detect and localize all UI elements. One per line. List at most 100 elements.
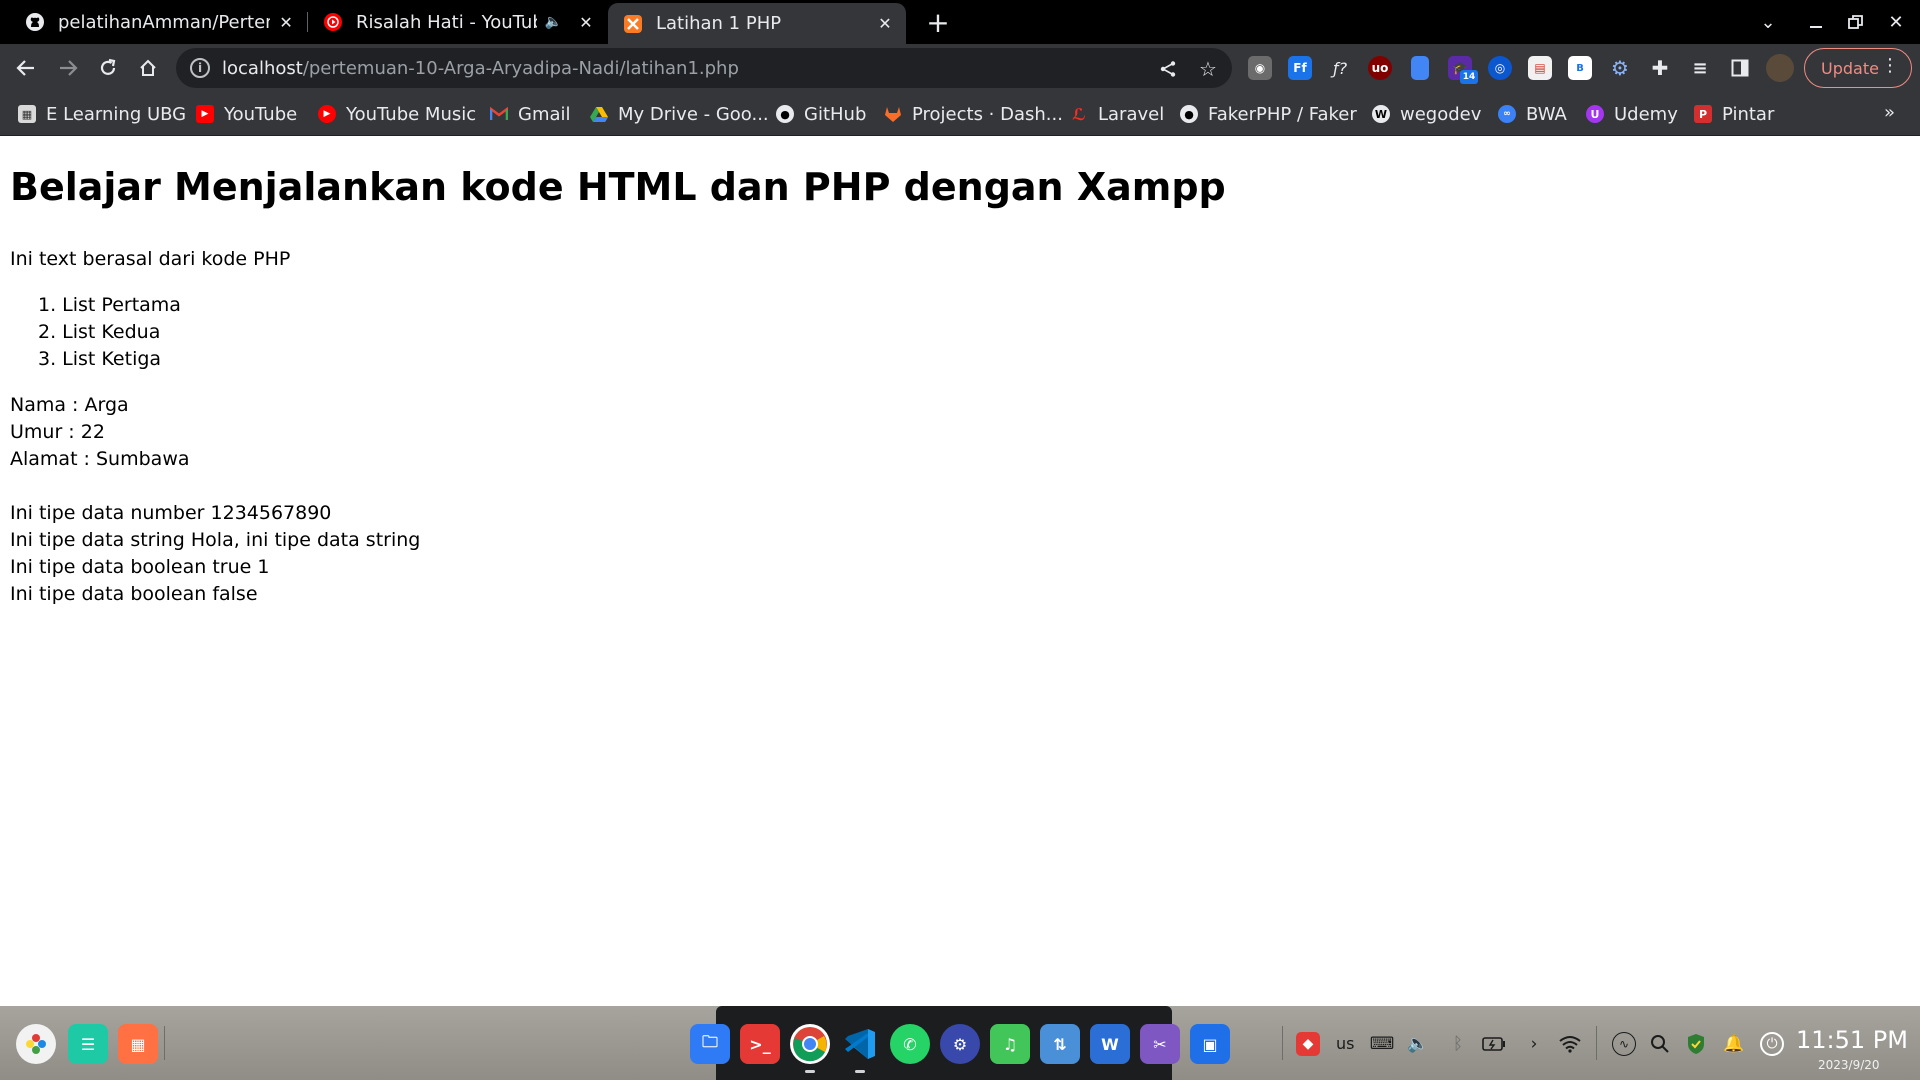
intro-text: Ini text berasal dari kode PHP — [10, 248, 291, 270]
home-button[interactable] — [132, 52, 164, 84]
profile-line: Nama : Arga — [10, 394, 129, 416]
settings-gear-icon[interactable]: ⚙ — [940, 1024, 980, 1064]
reload-button[interactable] — [92, 52, 124, 84]
close-tab-icon[interactable]: ✕ — [576, 11, 596, 33]
back-button[interactable] — [10, 52, 42, 84]
multitask-icon[interactable]: ☰ — [68, 1024, 108, 1064]
list-item: 1. List Pertama — [38, 294, 181, 316]
extension-eyes-icon[interactable]: ◉ — [1248, 56, 1272, 80]
bookmark-item[interactable]: Projects · Dash... — [884, 102, 1063, 126]
bookmark-item[interactable]: ℒ Laravel — [1070, 102, 1164, 126]
tab-search-icon[interactable]: ⌄ — [1754, 8, 1782, 36]
new-tab-button[interactable]: + — [922, 6, 954, 39]
url-text: localhost/pertemuan-10-Arga-Aryadipa-Nad… — [222, 58, 739, 79]
bookmark-item[interactable]: W wegodev — [1372, 102, 1481, 126]
tab-latihan[interactable]: Latihan 1 PHP ✕ — [608, 3, 906, 44]
gitlab-icon — [884, 105, 902, 123]
profile-line: Alamat : Sumbawa — [10, 448, 190, 470]
address-bar[interactable]: i localhost/pertemuan-10-Arga-Aryadipa-N… — [176, 48, 1232, 88]
extension-ring-icon[interactable]: ◎ — [1488, 56, 1512, 80]
bookmark-item[interactable]: ● GitHub — [776, 102, 866, 126]
extension-b-icon[interactable]: B — [1568, 56, 1592, 80]
bookmark-item[interactable]: ▶ YouTube — [196, 102, 297, 126]
file-manager-icon[interactable]: 🗀 — [690, 1024, 730, 1064]
udemy-icon: U — [1586, 105, 1604, 123]
battery-icon[interactable] — [1482, 1032, 1506, 1056]
running-indicator — [855, 1070, 865, 1073]
profile-avatar[interactable] — [1766, 54, 1794, 82]
screenshot-icon[interactable]: ✂ — [1140, 1024, 1180, 1064]
close-window-icon[interactable]: ✕ — [1882, 8, 1910, 36]
bookmark-item[interactable]: ● FakerPHP / Faker — [1180, 102, 1357, 126]
minimize-icon[interactable] — [1802, 8, 1830, 36]
music-icon[interactable]: ♫ — [990, 1024, 1030, 1064]
terminal-icon[interactable]: >_ — [740, 1024, 780, 1064]
tab-title: Risalah Hati - YouTube — [356, 11, 537, 33]
bookmark-item[interactable]: P Pintar — [1694, 102, 1774, 126]
update-label: Update — [1821, 58, 1879, 78]
forward-button[interactable] — [52, 52, 84, 84]
bookmark-item[interactable]: ∞ BWA — [1498, 102, 1567, 126]
wifi-icon[interactable] — [1558, 1032, 1582, 1056]
power-icon[interactable]: ⏻ — [1760, 1032, 1784, 1056]
tray-app-icon[interactable]: ◆ — [1296, 1032, 1320, 1056]
search-icon[interactable] — [1648, 1032, 1672, 1056]
page-content: Belajar Menjalankan kode HTML dan PHP de… — [0, 136, 1920, 1006]
extension-gear-icon[interactable]: ⚙ — [1608, 56, 1632, 80]
bookmark-star-icon[interactable]: ☆ — [1196, 57, 1220, 81]
activity-monitor-icon[interactable]: ∿ — [1612, 1032, 1636, 1056]
google-drive-icon — [590, 105, 608, 123]
close-tab-icon[interactable]: ✕ — [874, 13, 896, 35]
vscode-icon[interactable] — [840, 1024, 880, 1064]
url-path: /pertemuan-10-Arga-Aryadipa-Nadi/latihan… — [302, 57, 739, 79]
bluetooth-icon[interactable]: ᛒ — [1446, 1032, 1470, 1056]
clock-time[interactable]: 11:51 PM — [1796, 1026, 1908, 1054]
extension-font-icon[interactable]: Ff — [1288, 56, 1312, 80]
clock-date: 2023/9/20 — [1818, 1058, 1880, 1072]
notification-bell-icon[interactable]: 🔔 — [1722, 1032, 1746, 1056]
wps-office-icon[interactable]: W — [1090, 1024, 1130, 1064]
security-shield-icon[interactable] — [1684, 1032, 1708, 1056]
whatsapp-icon[interactable]: ✆ — [890, 1024, 930, 1064]
speaker-icon[interactable]: 🔈 — [545, 14, 562, 30]
media-controls-icon[interactable]: ≡ — [1688, 56, 1712, 80]
github-icon: ● — [776, 105, 794, 123]
app-store-icon[interactable]: ▦ — [118, 1024, 158, 1064]
keyboard-layout[interactable]: us — [1336, 1034, 1354, 1053]
side-panel-icon[interactable] — [1728, 56, 1752, 80]
ublock-icon[interactable]: uo — [1368, 56, 1392, 80]
restore-icon[interactable] — [1842, 8, 1870, 36]
menu-kebab-icon[interactable]: ⋮ — [1881, 55, 1899, 76]
site-info-icon[interactable]: i — [190, 58, 210, 78]
url-host: localhost — [222, 57, 303, 79]
bookmark-item[interactable]: ▦ E Learning UBG — [18, 102, 186, 126]
update-button[interactable]: Update ⋮ — [1804, 48, 1912, 88]
profile-line: Umur : 22 — [10, 421, 105, 443]
faker-icon: ● — [1180, 105, 1198, 123]
line-break — [10, 475, 420, 502]
close-tab-icon[interactable]: ✕ — [276, 11, 296, 33]
chrome-icon[interactable] — [790, 1024, 830, 1064]
bookmarks-overflow-icon[interactable]: » — [1884, 102, 1895, 123]
launcher-icon[interactable] — [16, 1024, 56, 1064]
transfer-icon[interactable]: ⇅ — [1040, 1024, 1080, 1064]
extensions-puzzle-icon[interactable]: ✚ — [1648, 56, 1672, 80]
bookmark-label: YouTube Music — [346, 103, 477, 125]
type-line: Ini tipe data boolean false — [10, 583, 258, 605]
taskbar: ☰ ▦ 🗀 >_ ✆ ⚙ ♫ ⇅ W ✂ ▣ ◆ us ⌨ 🔈 ᛒ › ∿ 🔔 … — [0, 1006, 1920, 1080]
extension-doc-icon[interactable] — [1411, 56, 1429, 80]
bookmark-item[interactable]: Gmail — [490, 102, 571, 126]
bookmark-item[interactable]: ▶ YouTube Music — [318, 102, 476, 126]
share-icon[interactable] — [1156, 57, 1180, 81]
tab-youtube[interactable]: Risalah Hati - YouTube 🔈 ✕ — [308, 2, 606, 42]
keyboard-icon[interactable]: ⌨ — [1370, 1032, 1395, 1056]
bookmark-item[interactable]: U Udemy — [1586, 102, 1678, 126]
volume-icon[interactable]: 🔈 — [1406, 1032, 1430, 1056]
bookmark-item[interactable]: My Drive - Goo... — [590, 102, 769, 126]
tab-github[interactable]: pelatihanAmman/Pertemu ✕ — [10, 2, 306, 42]
chevron-right-icon[interactable]: › — [1522, 1032, 1546, 1056]
extension-function-icon[interactable]: ƒ? — [1328, 56, 1352, 80]
taskbar-separator — [1596, 1026, 1597, 1060]
extension-calendar-icon[interactable]: ▤ — [1528, 56, 1552, 80]
chat-app-icon[interactable]: ▣ — [1190, 1024, 1230, 1064]
